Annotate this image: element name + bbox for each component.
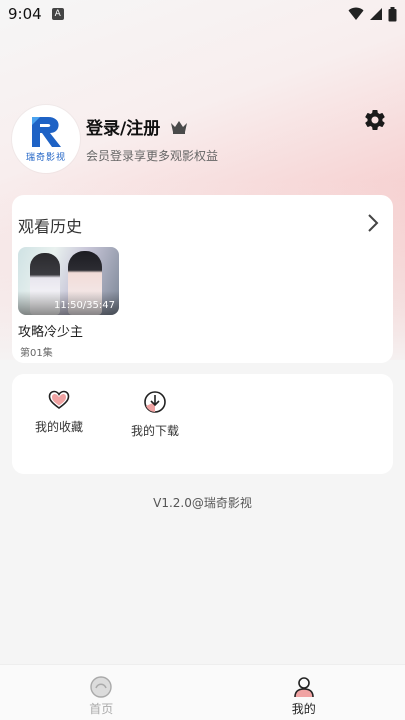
nav-mine-label: 我的 — [291, 702, 316, 716]
nav-home[interactable]: 首页 — [0, 665, 203, 720]
avatar-brand-text: 瑞奇影视 — [25, 153, 66, 163]
downloads-button[interactable]: 我的下载 — [120, 390, 190, 439]
login-row: 登录/注册 — [86, 114, 218, 139]
watch-history-card: 观看历史 11:50/35:47 攻略冷少主 第01集 — [12, 195, 393, 363]
favorites-button[interactable]: 我的收藏 — [24, 390, 94, 435]
member-tip: 会员登录享更多观影权益 — [86, 149, 219, 163]
video-progress: 11:50/35:47 — [53, 300, 115, 311]
video-title[interactable]: 攻略冷少主 — [18, 321, 83, 340]
signal-icon — [370, 8, 382, 20]
notification-icon: A — [51, 8, 64, 20]
home-icon — [90, 676, 112, 698]
download-icon — [144, 391, 166, 413]
version-text: V1.2.0@瑞奇影视 — [153, 496, 252, 510]
video-thumbnail[interactable]: 11:50/35:47 — [18, 247, 119, 315]
heart-icon — [48, 390, 70, 409]
gear-icon[interactable] — [363, 108, 387, 132]
favorites-label: 我的收藏 — [34, 420, 83, 434]
downloads-label: 我的下载 — [130, 424, 179, 438]
bottom-nav: 首页 我的 — [0, 664, 405, 720]
status-icons — [348, 6, 397, 22]
nav-mine[interactable]: 我的 — [203, 665, 405, 720]
profile-info: 登录/注册 会员登录享更多观影权益 — [86, 114, 218, 164]
login-register-link[interactable]: 登录/注册 — [86, 114, 160, 139]
episode-label: 第01集 — [20, 348, 53, 359]
crown-icon — [171, 120, 188, 134]
profile-icon — [293, 677, 314, 698]
watch-history-title: 观看历史 — [18, 217, 83, 236]
battery-icon — [388, 6, 397, 21]
avatar[interactable]: 瑞奇影视 — [12, 105, 80, 173]
profile-section: 瑞奇影视 登录/注册 会员登录享更多观影权益 — [12, 104, 393, 174]
brand-logo-icon — [32, 117, 61, 147]
wifi-icon — [348, 7, 364, 20]
chevron-right-icon[interactable] — [367, 213, 379, 233]
nav-home-label: 首页 — [89, 702, 114, 716]
actions-card: 我的收藏 我的下载 — [12, 374, 393, 474]
status-time: 9:04 — [8, 5, 42, 23]
status-bar: 9:04 A — [0, 0, 405, 28]
